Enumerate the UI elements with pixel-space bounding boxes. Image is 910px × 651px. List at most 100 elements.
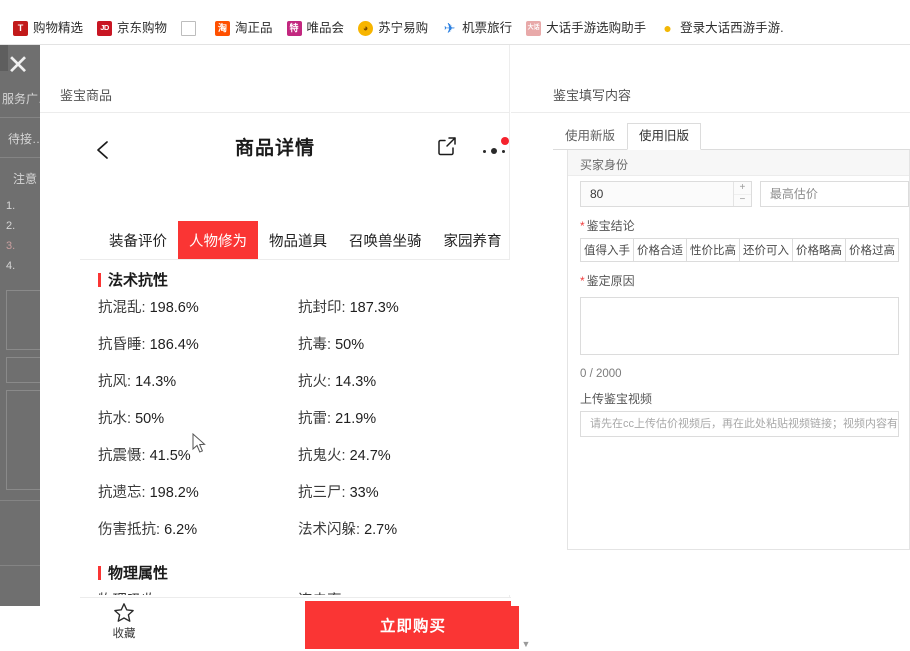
background-text-line: 注意 [13, 172, 38, 186]
background-text-line: 服务广… [2, 92, 40, 106]
max-price-input[interactable] [760, 182, 908, 206]
tab-summon-mount[interactable]: 召唤兽坐骑 [338, 221, 433, 259]
background-box [6, 390, 40, 490]
bookmark-flight-travel[interactable]: ✈ 机票旅行 [435, 18, 519, 39]
stat-item: 物理吸收: 242.3% [98, 589, 298, 595]
bookmark-dahua-login[interactable]: ● 登录大话西游手游. [653, 18, 790, 39]
price-input[interactable] [581, 182, 741, 206]
right-panel-title: 鉴宝填写内容 [553, 88, 632, 103]
conclusion-label-text: 鉴宝结论 [586, 219, 635, 233]
bookmark-vip[interactable]: 特 唯品会 [280, 18, 352, 39]
bookmark-taobao[interactable]: 淘 淘正品 [208, 18, 280, 39]
stat-key: 法术闪躲 [298, 522, 356, 538]
left-panel-title: 鉴宝商品 [60, 88, 113, 103]
video-field-label: 上传鉴宝视频 [580, 392, 653, 406]
share-external-icon[interactable] [436, 135, 464, 163]
suning-favicon: ◕ [358, 20, 374, 36]
required-marker: * [580, 219, 585, 233]
tab-equipment-review[interactable]: 装备评价 [98, 221, 178, 259]
close-icon[interactable]: ✕ [4, 51, 32, 79]
stat-key: 抗震慑 [98, 448, 142, 464]
divider [0, 565, 40, 566]
max-price-input-wrapper[interactable] [759, 181, 909, 207]
tab-home-raising[interactable]: 家园养育 [433, 221, 513, 259]
flight-favicon: ✈ [442, 20, 458, 36]
modal-content: CC商店 鉴宝商品 商品详情 装备评价 人物修为 物品道具 [40, 45, 910, 651]
stat-item: 抗水: 50% [98, 411, 165, 427]
bookmark-shopping-favorites[interactable]: T 购物精选 [6, 18, 90, 39]
stepper-increment-button[interactable]: + [733, 182, 751, 195]
tab-new-version[interactable]: 使用新版 [553, 123, 627, 150]
stat-key: 伤害抵抗 [98, 522, 156, 538]
divider [0, 117, 40, 118]
conclusion-option-too-high[interactable]: 价格过高 [846, 239, 898, 261]
bookmark-label: 淘正品 [235, 20, 273, 35]
more-dot [502, 150, 505, 153]
stat-key: 抗封印 [298, 300, 342, 316]
magic-resist-stat-grid: 抗混乱: 198.6% 抗封印: 187.3% 抗昏睡: 186.4% 抗毒: … [98, 296, 515, 539]
stat-item: 抗火: 14.3% [298, 374, 377, 390]
stat-value: 14.3% [135, 374, 177, 390]
video-link-input[interactable] [581, 412, 898, 436]
notification-badge-dot [501, 137, 509, 145]
browser-chrome: T 购物精选 JD 京东购物 淘 淘正品 特 唯品会 ◕ 苏宁易购 ✈ 机票旅行… [0, 0, 910, 45]
appraisal-form: 买家身份 鉴宝价格(单位元) + − *鉴宝结论 值得入手 [567, 150, 910, 550]
bookmarks-bar[interactable]: T 购物精选 JD 京东购物 淘 淘正品 特 唯品会 ◕ 苏宁易购 ✈ 机票旅行… [0, 12, 910, 44]
price-input-wrapper[interactable]: + − [580, 181, 752, 207]
stat-item: 抗昏睡: 186.4% [98, 337, 199, 353]
tab-character-cultivation[interactable]: 人物修为 [178, 221, 258, 259]
price-stepper[interactable]: + − [732, 182, 751, 207]
stat-item: 法术闪躲: 2.7% [298, 522, 398, 538]
stat-item: 连击率: 4.7% [298, 589, 498, 595]
conclusion-option-worth-buying[interactable]: 值得入手 [581, 239, 634, 261]
scroll-down-arrow-icon[interactable]: ▼ [519, 637, 533, 651]
tab-items-props[interactable]: 物品道具 [258, 221, 338, 259]
stat-key: 抗雷 [298, 411, 327, 427]
conclusion-option-slightly-high[interactable]: 价格略高 [793, 239, 846, 261]
conclusion-option-price-fair[interactable]: 价格合适 [634, 239, 687, 261]
stat-key: 抗昏睡 [98, 337, 142, 353]
conclusion-option-good-value[interactable]: 性价比高 [687, 239, 740, 261]
background-box [6, 290, 40, 350]
more-dot [483, 150, 486, 153]
stats-scroll-area[interactable]: 法术抗性 抗混乱: 198.6% 抗封印: 187.3% 抗昏睡: 186.4%… [80, 260, 515, 595]
stat-item: 伤害抵抗: 6.2% [98, 522, 198, 538]
divider [511, 112, 910, 113]
bookmark-suning[interactable]: ◕ 苏宁易购 [351, 18, 435, 39]
bookmark-label: 苏宁易购 [378, 20, 429, 35]
favorite-label: 收藏 [112, 628, 136, 640]
conclusion-option-group[interactable]: 值得入手 价格合适 性价比高 还价可入 价格略高 价格过高 [580, 238, 899, 262]
stat-value: 33% [349, 485, 379, 501]
bookmark-dahua-assistant[interactable]: 大话 大话手游选购助手 [519, 18, 653, 39]
section-accent-bar [98, 565, 101, 580]
dahua-login-favicon: ● [660, 20, 676, 36]
favorite-button[interactable]: 收藏 [92, 602, 156, 646]
bookmark-label: 登录大话西游手游. [680, 20, 784, 35]
stat-value: 2.7% [364, 522, 398, 538]
reason-textarea[interactable] [580, 297, 899, 355]
conclusion-option-negotiable[interactable]: 还价可入 [740, 239, 793, 261]
buy-now-button[interactable]: 立即购买 [305, 601, 521, 649]
stat-value: 242.3% [164, 593, 213, 595]
right-panel: 鉴宝填写内容 使用新版 使用旧版 买家身份 鉴宝价格(单位元) + − [511, 45, 910, 606]
character-counter: 0 / 2000 [580, 368, 622, 380]
bookmark-label: 京东购物 [117, 20, 168, 35]
dahua-favicon: 大话 [526, 20, 542, 36]
price-row: + − [580, 181, 909, 207]
reason-field-label: * 鉴定原因 [580, 272, 909, 289]
video-link-input-wrapper[interactable] [580, 411, 899, 437]
stat-key: 物理吸收 [98, 593, 156, 595]
bookmark-jd[interactable]: JD 京东购物 [90, 18, 174, 39]
bookmark-label: 大话手游选购助手 [546, 20, 647, 35]
divider [0, 500, 40, 501]
more-options-icon[interactable] [480, 137, 514, 163]
stat-value: 24.7% [349, 448, 391, 464]
bookmark-blank-doc[interactable] [174, 18, 208, 39]
product-detail-tabs[interactable]: 装备评价 人物修为 物品道具 召唤兽坐骑 家园养育 [98, 221, 518, 259]
stat-item: 抗雷: 21.9% [298, 411, 377, 427]
version-tabs[interactable]: 使用新版 使用旧版 [553, 122, 702, 150]
tab-old-version[interactable]: 使用旧版 [627, 122, 702, 150]
stepper-decrement-button[interactable]: − [734, 195, 751, 207]
required-marker: * [580, 274, 585, 288]
